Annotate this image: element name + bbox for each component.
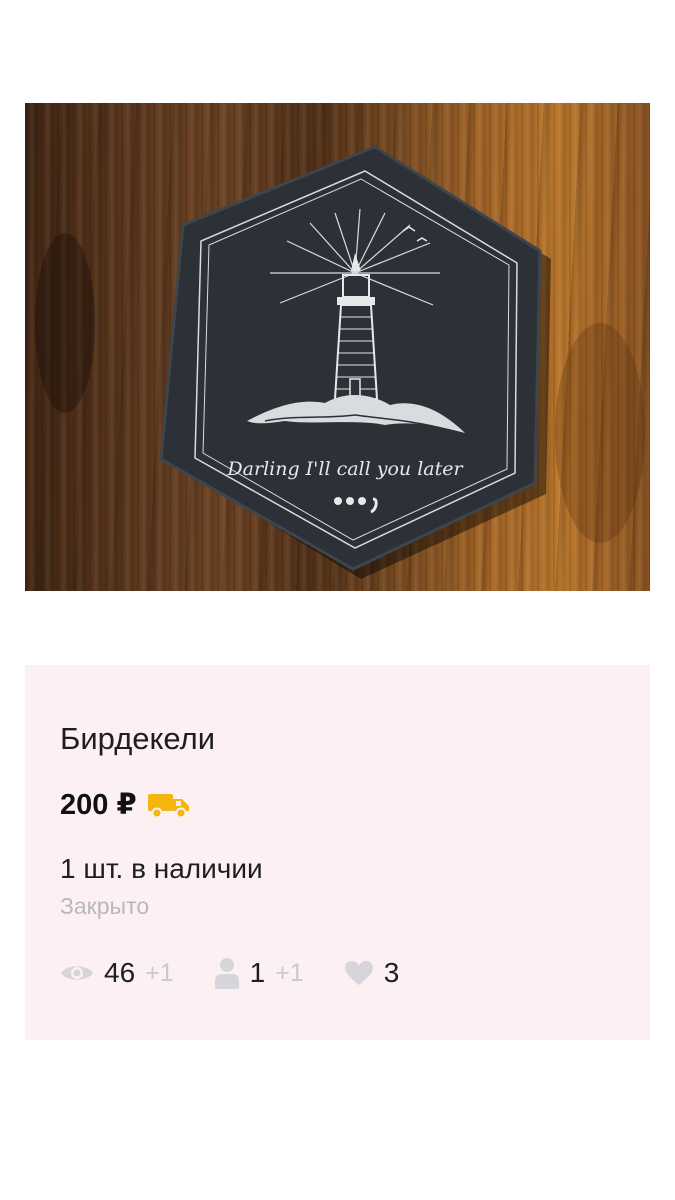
- listing-status: Закрыто: [60, 893, 150, 919]
- product-price: 200 ₽: [60, 789, 137, 821]
- truck-icon: [147, 793, 189, 818]
- price-row: 200 ₽: [60, 787, 191, 822]
- contacts-delta: +1: [275, 958, 304, 987]
- favorites-count: 3: [383, 957, 400, 988]
- favorites-stat: 3: [344, 957, 400, 989]
- views-stat: 46 +1: [60, 957, 174, 989]
- product-photo[interactable]: Darling I'll call you later: [25, 103, 650, 591]
- contacts-stat: 1 +1: [214, 957, 304, 989]
- coaster-caption: Darling I'll call you later: [226, 458, 464, 480]
- listing-stats: 46 +1 1 +1 3: [60, 957, 439, 989]
- coaster-image: Darling I'll call you later: [35, 145, 645, 579]
- contacts-count: 1: [249, 957, 266, 988]
- stock-count: 1 шт. в наличии: [60, 853, 263, 884]
- person-icon: [214, 958, 239, 989]
- eye-icon: [61, 966, 93, 980]
- views-delta: +1: [145, 958, 174, 987]
- product-card: Бирдекели 200 ₽ 1 шт. в наличии Закрыто …: [25, 665, 650, 1040]
- product-title: Бирдекели: [60, 721, 216, 756]
- heart-icon: [344, 961, 373, 985]
- views-count: 46: [104, 957, 136, 988]
